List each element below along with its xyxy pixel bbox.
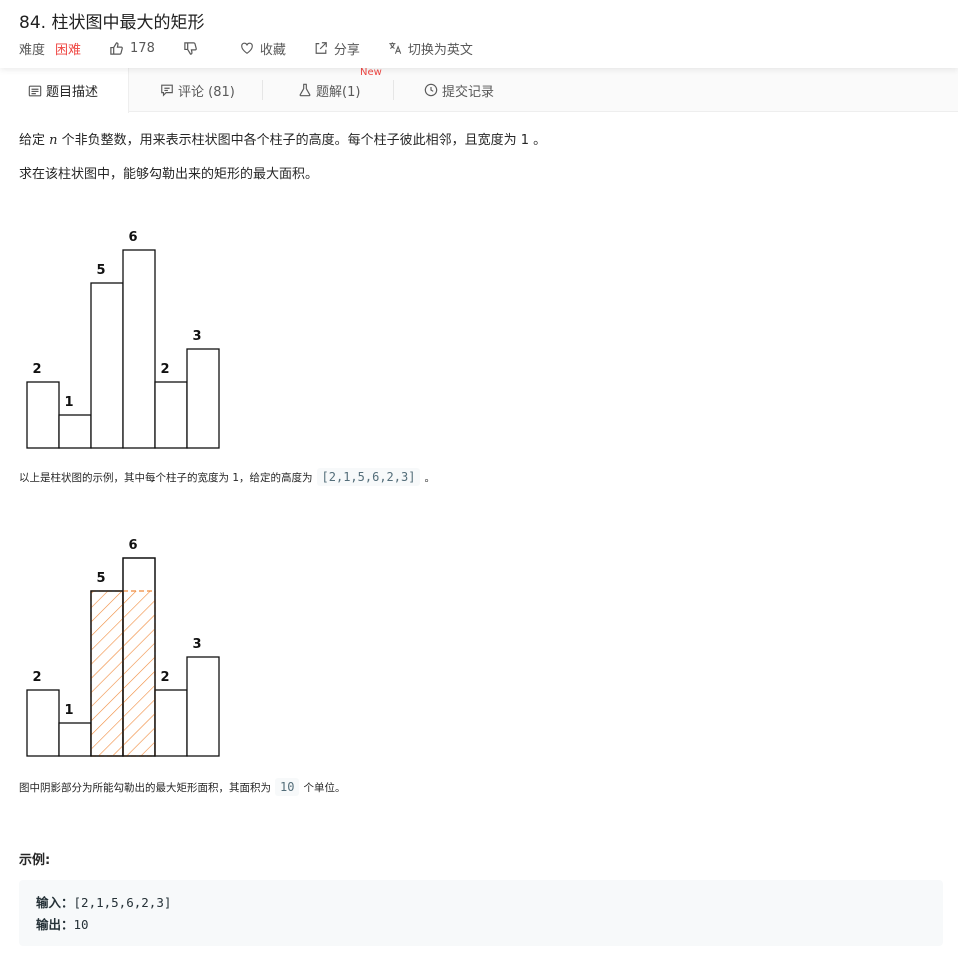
comment-icon xyxy=(161,84,173,97)
caption-example: 以上是柱状图的示例，其中每个柱子的宽度为 1，给定的高度为 [2,1,5,6,2… xyxy=(19,468,435,486)
bar-4 xyxy=(154,689,188,757)
text: 以上是柱状图的示例，其中每个柱子的宽度为 1，给定的高度为 xyxy=(19,471,313,484)
bar-5 xyxy=(186,656,220,757)
text: 。 xyxy=(424,471,435,484)
tab-comments-label: 评论 (81) xyxy=(178,84,235,100)
inline-code-heights: [2,1,5,6,2,3] xyxy=(316,468,421,486)
histogram-example-chart: 2 1 5 6 2 3 xyxy=(26,230,220,449)
tab-bar: 题目描述 评论 (81) 题解(1) New 提交记录 xyxy=(0,67,958,113)
new-badge: New xyxy=(360,67,382,78)
switch-language-label: 切换为英文 xyxy=(407,42,473,58)
bar-3 xyxy=(122,249,156,449)
heart-icon xyxy=(241,42,253,54)
example-output-line: 输出：10 xyxy=(36,914,926,936)
dislike-button[interactable] xyxy=(183,41,204,56)
bar-4 xyxy=(154,381,188,449)
caption-max-area: 图中阴影部分为所能勾勒出的最大矩形面积，其面积为 10 个单位。 xyxy=(19,778,345,796)
bar-label-5: 3 xyxy=(192,637,201,652)
clock-icon xyxy=(424,83,438,97)
description-icon xyxy=(28,85,42,96)
tab-comments[interactable]: 评论 (81) xyxy=(160,68,235,112)
bar-1 xyxy=(58,722,92,757)
bar-label-2: 5 xyxy=(96,571,105,586)
problem-meta-bar: 难度 困难 178 收藏 分享 切换为英文 xyxy=(19,39,501,58)
tab-submissions-label: 提交记录 xyxy=(442,84,495,100)
tab-description[interactable]: 题目描述 xyxy=(0,68,129,113)
like-count: 178 xyxy=(130,40,155,56)
input-value: [2,1,5,6,2,3] xyxy=(73,895,172,910)
thumbs-up-icon xyxy=(110,41,123,55)
problem-header: 84. 柱状图中最大的矩形 难度 困难 178 收藏 分享 切换为英文 xyxy=(0,0,958,68)
bar-label-5: 3 xyxy=(192,329,201,344)
bar-label-4: 2 xyxy=(160,362,169,377)
thumbs-down-icon xyxy=(184,41,197,55)
tab-divider xyxy=(262,80,263,100)
example-heading: 示例: xyxy=(19,853,51,868)
description-paragraph: 给定 n 个非负整数，用来表示柱状图中各个柱子的高度。每个柱子彼此相邻，且宽度为… xyxy=(19,129,546,148)
colon: ： xyxy=(61,917,74,932)
bar-label-2: 5 xyxy=(96,263,105,278)
colon: ： xyxy=(61,895,74,910)
tab-submissions[interactable]: 提交记录 xyxy=(424,68,494,112)
text: 给定 xyxy=(19,133,50,148)
favorite-button[interactable]: 收藏 xyxy=(240,39,286,58)
input-label: 输入 xyxy=(36,895,62,910)
tab-divider xyxy=(393,80,394,100)
bar-label-0: 2 xyxy=(32,362,41,377)
switch-language-button[interactable]: 切换为英文 xyxy=(388,39,473,58)
share-label: 分享 xyxy=(333,42,360,58)
share-button[interactable]: 分享 xyxy=(314,39,360,58)
bar-label-0: 2 xyxy=(32,670,41,685)
bar-label-1: 1 xyxy=(64,703,73,718)
highlight-area-bar-3 xyxy=(122,590,156,757)
bar-label-3: 6 xyxy=(128,538,137,553)
problem-title: 84. 柱状图中最大的矩形 xyxy=(19,13,205,33)
bar-5 xyxy=(186,348,220,449)
example-input-line: 输入：[2,1,5,6,2,3] xyxy=(36,892,926,914)
translate-icon xyxy=(389,42,402,54)
difficulty-badge: 困难 xyxy=(55,42,82,58)
share-icon xyxy=(315,42,327,54)
tab-solutions[interactable]: 题解(1) xyxy=(298,68,360,112)
bar-1 xyxy=(58,414,92,449)
output-value: 10 xyxy=(73,917,89,932)
tab-description-label: 题目描述 xyxy=(46,85,99,100)
histogram-max-area-chart: 2 1 5 6 2 3 xyxy=(26,538,220,757)
bar-label-3: 6 xyxy=(128,230,137,245)
inline-code-area: 10 xyxy=(275,778,300,796)
bar-label-4: 2 xyxy=(160,670,169,685)
tab-solutions-label: 题解(1) xyxy=(316,84,361,100)
bar-2 xyxy=(90,282,124,449)
favorite-label: 收藏 xyxy=(259,42,286,58)
like-button[interactable]: 178 xyxy=(109,41,155,56)
flask-icon xyxy=(299,83,311,97)
bar-0 xyxy=(26,689,60,757)
highlight-area-bar-2 xyxy=(90,590,124,757)
example-block: 输入：[2,1,5,6,2,3] 输出：10 xyxy=(19,880,943,946)
bar-label-1: 1 xyxy=(64,395,73,410)
variable-n: n xyxy=(49,133,58,148)
text: 图中阴影部分为所能勾勒出的最大矩形面积，其面积为 xyxy=(19,781,271,794)
output-label: 输出 xyxy=(36,917,62,932)
difficulty-label: 难度 xyxy=(19,42,46,58)
bar-0 xyxy=(26,381,60,449)
description-paragraph: 求在该柱状图中，能够勾勒出来的矩形的最大面积。 xyxy=(19,167,319,182)
text: 个非负整数，用来表示柱状图中各个柱子的高度。每个柱子彼此相邻，且宽度为 1 。 xyxy=(57,133,547,148)
text: 个单位。 xyxy=(303,781,346,794)
